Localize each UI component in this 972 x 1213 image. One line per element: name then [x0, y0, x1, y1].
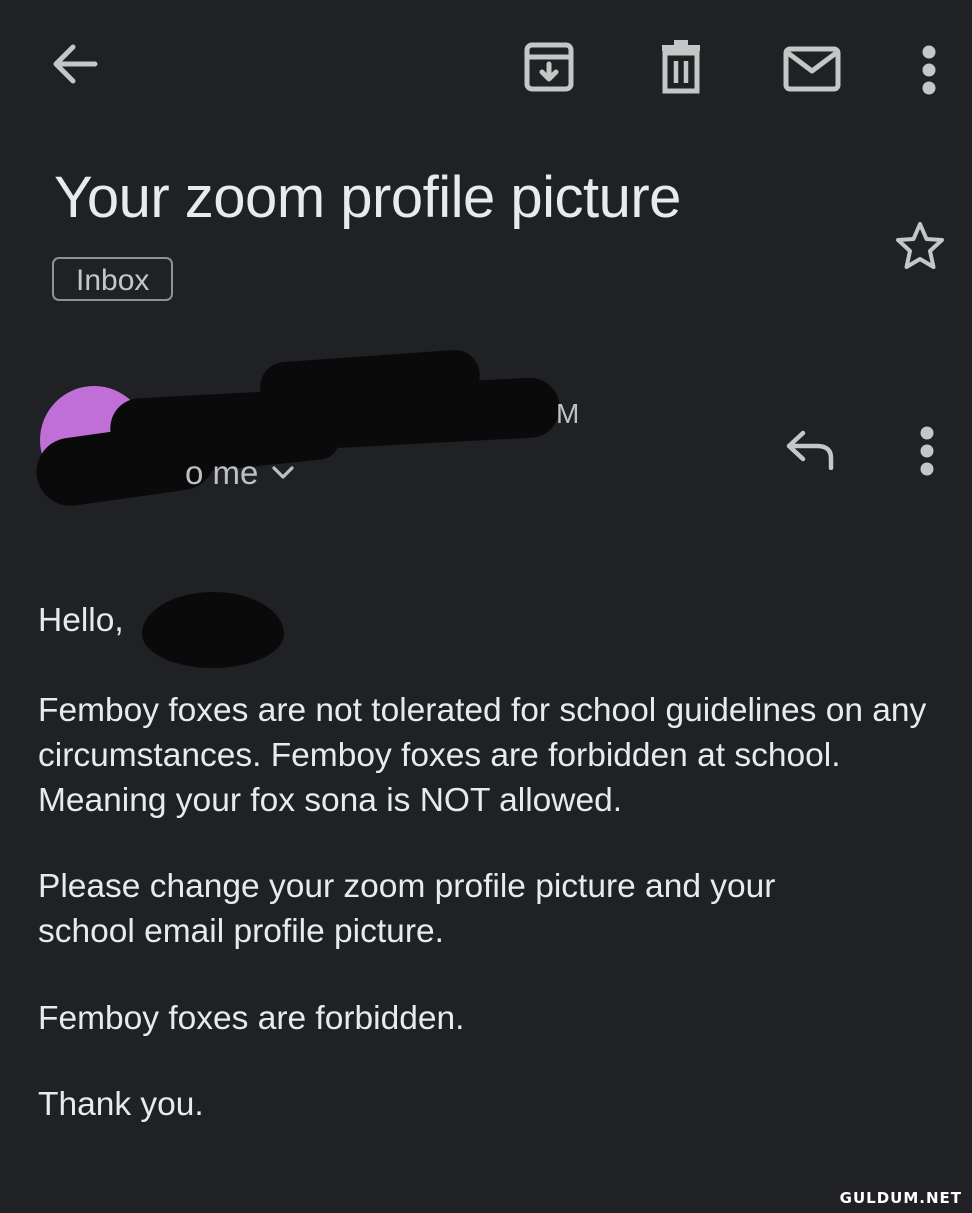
- more-vert-icon: [922, 45, 936, 95]
- back-button[interactable]: [46, 36, 102, 92]
- archive-button[interactable]: [520, 38, 578, 96]
- more-options-button[interactable]: [914, 42, 944, 98]
- reply-button[interactable]: [780, 424, 840, 474]
- mark-unread-button[interactable]: [780, 44, 844, 94]
- trash-icon: [662, 40, 700, 94]
- recipient-toggle[interactable]: o me: [185, 454, 294, 492]
- body-paragraph: Thank you.: [38, 1086, 204, 1123]
- mail-icon: [783, 46, 841, 92]
- archive-icon: [524, 42, 574, 92]
- star-outline-icon: [896, 222, 944, 269]
- more-vert-icon: [920, 426, 934, 476]
- redaction-mark: [142, 592, 284, 668]
- email-body: Femboy foxes are forbidden.: [38, 996, 948, 1041]
- reply-icon: [786, 430, 834, 470]
- inbox-label-chip[interactable]: Inbox: [52, 257, 174, 301]
- watermark: GULDUM.NET: [839, 1189, 962, 1207]
- email-body: Thank you.: [38, 1082, 948, 1127]
- body-paragraph: Femboy foxes are not tolerated for schoo…: [38, 692, 927, 819]
- email-body: Please change your zoom profile picture …: [38, 864, 948, 954]
- body-paragraph: Please change your zoom profile picture …: [38, 868, 776, 950]
- recipient-text: o me: [185, 454, 259, 491]
- message-more-button[interactable]: [912, 424, 942, 478]
- chevron-down-icon: [272, 466, 294, 479]
- delete-button[interactable]: [656, 38, 706, 96]
- sender-name: M: [556, 398, 580, 429]
- greeting: Hello,: [38, 602, 124, 639]
- star-button[interactable]: [890, 218, 950, 274]
- email-subject: Your zoom profile picture: [54, 165, 681, 230]
- arrow-left-icon: [53, 44, 98, 84]
- email-body: Femboy foxes are not tolerated for schoo…: [38, 688, 948, 823]
- body-paragraph: Femboy foxes are forbidden.: [38, 1000, 465, 1037]
